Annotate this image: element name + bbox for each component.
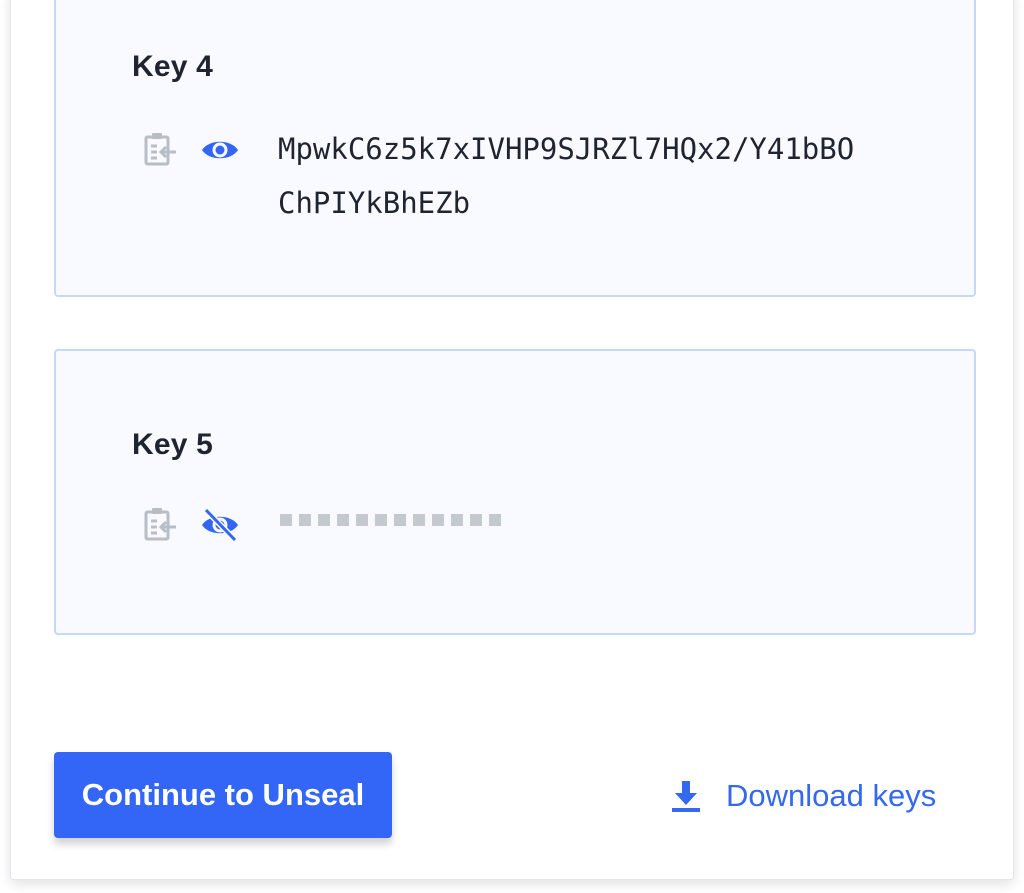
mask-dot <box>280 514 292 526</box>
mask-dot <box>318 514 330 526</box>
key-card-4: Key 4 MpwkC6z5k7xIVHP9SJRZl7HQx2/Y41bBOC… <box>54 0 976 297</box>
masked-key-value <box>280 514 501 526</box>
download-icon <box>672 781 700 812</box>
key-title: Key 4 <box>132 50 214 83</box>
key-value: MpwkC6z5k7xIVHP9SJRZl7HQx2/Y41bBOChPIYkB… <box>278 132 855 220</box>
mask-dot <box>413 514 425 526</box>
eye-off-icon[interactable] <box>200 505 240 545</box>
mask-dot <box>451 514 463 526</box>
mask-dot <box>432 514 444 526</box>
key-title: Key 5 <box>132 428 214 461</box>
mask-dot <box>375 514 387 526</box>
continue-to-unseal-button[interactable]: Continue to Unseal <box>54 752 392 838</box>
mask-dot <box>470 514 482 526</box>
mask-dot <box>299 514 311 526</box>
key-card-5: Key 5 <box>54 349 976 635</box>
download-keys-label: Download keys <box>726 778 937 813</box>
download-keys-link[interactable]: Download keys <box>668 774 936 818</box>
mask-dot <box>356 514 368 526</box>
eye-icon[interactable] <box>200 130 240 170</box>
clipboard-copy-icon[interactable] <box>140 505 180 545</box>
clipboard-copy-icon[interactable] <box>140 130 180 170</box>
mask-dot <box>337 514 349 526</box>
mask-dot <box>489 514 501 526</box>
mask-dot <box>394 514 406 526</box>
